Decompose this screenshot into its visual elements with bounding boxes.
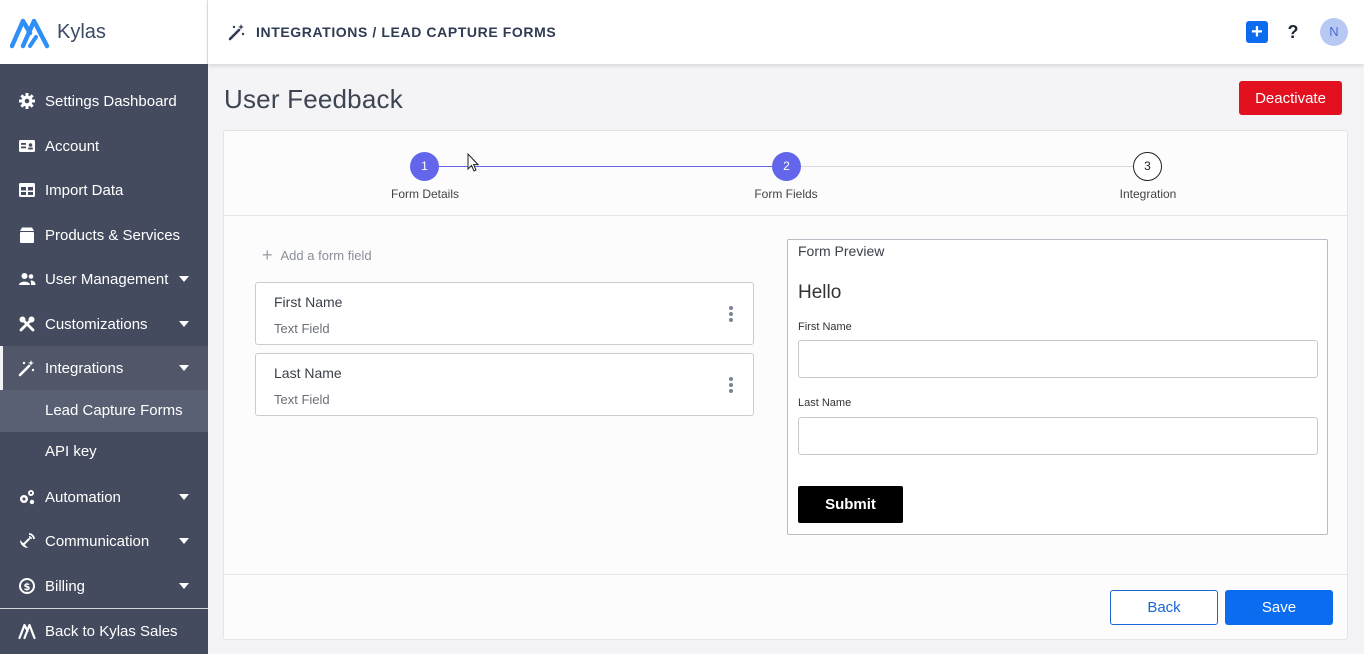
- sidebar-item-label: Customizations: [45, 315, 148, 333]
- top-header: INTEGRATIONS / LEAD CAPTURE FORMS + ? N: [208, 0, 1364, 64]
- sidebar-divider: [0, 608, 208, 609]
- tools-icon: [19, 316, 35, 332]
- form-preview: Form Preview Hello First Name Last Name …: [787, 239, 1328, 535]
- sidebar-item-communication[interactable]: Communication: [0, 521, 208, 561]
- sidebar-item-account[interactable]: Account: [0, 126, 208, 166]
- preview-last-name-label: Last Name: [798, 397, 852, 409]
- field-type: Text Field: [274, 392, 330, 407]
- preview-first-name-label: First Name: [798, 321, 852, 333]
- sidebar-item-label: Integrations: [45, 359, 124, 377]
- chevron-down-icon: [179, 583, 189, 589]
- gear-icon: [19, 93, 35, 109]
- step-1-label: Form Details: [390, 187, 459, 201]
- form-field-card[interactable]: Last Name Text Field: [255, 353, 754, 416]
- sidebar-subitem-api-key[interactable]: API key: [0, 432, 208, 472]
- deactivate-button[interactable]: Deactivate: [1239, 81, 1342, 115]
- preview-submit-button[interactable]: Submit: [798, 486, 903, 523]
- sidebar-item-import-data[interactable]: Import Data: [0, 170, 208, 210]
- kylas-logo-icon: [10, 18, 50, 49]
- form-builder-card: 1 Form Details 2 Form Fields 3 Integrati…: [223, 130, 1348, 640]
- account-card-icon: [19, 140, 35, 152]
- field-type: Text Field: [274, 321, 330, 336]
- satellite-icon: [20, 533, 35, 548]
- sidebar-item-customizations[interactable]: Customizations: [0, 304, 208, 344]
- chevron-down-icon: [179, 276, 189, 282]
- quick-add-button[interactable]: +: [1246, 21, 1268, 43]
- sidebar-subitem-lead-capture-forms[interactable]: Lead Capture Forms: [0, 390, 208, 432]
- kebab-menu-icon[interactable]: [729, 377, 733, 393]
- magic-wand-icon: [18, 360, 35, 377]
- stepper: 1 Form Details 2 Form Fields 3 Integrati…: [224, 131, 1347, 216]
- step-1-indicator[interactable]: 1: [410, 152, 439, 181]
- sidebar-item-settings-dashboard[interactable]: Settings Dashboard: [0, 81, 208, 121]
- import-table-icon: [19, 183, 35, 197]
- chevron-down-icon: [179, 365, 189, 371]
- sidebar-item-label: Automation: [45, 488, 121, 506]
- form-field-card[interactable]: First Name Text Field: [255, 282, 754, 345]
- step-connector-complete: [439, 166, 787, 167]
- kylas-logo-icon: [18, 623, 36, 640]
- sidebar-item-automation[interactable]: Automation: [0, 477, 208, 517]
- sidebar-item-label: Products & Services: [45, 226, 181, 244]
- step-connector-pending: [801, 166, 1133, 167]
- add-form-field-button[interactable]: + Add a form field: [262, 245, 372, 266]
- cogs-icon: [20, 490, 35, 505]
- kebab-menu-icon[interactable]: [729, 306, 733, 322]
- sidebar-item-label: Account: [45, 137, 100, 155]
- add-form-field-label: Add a form field: [280, 248, 372, 263]
- brand-logo[interactable]: Kylas: [0, 0, 208, 64]
- preview-first-name-input[interactable]: [798, 340, 1318, 378]
- step-2-label: Form Fields: [754, 187, 818, 201]
- chevron-down-icon: [179, 494, 189, 500]
- step-2-indicator[interactable]: 2: [772, 152, 801, 181]
- dollar-circle-icon: $: [19, 578, 35, 594]
- sidebar-item-user-management[interactable]: User Management: [0, 259, 208, 299]
- card-footer-divider: [224, 574, 1347, 575]
- field-name: First Name: [274, 294, 343, 310]
- sidebar-item-back-to-kylas-sales[interactable]: Back to Kylas Sales: [0, 611, 208, 651]
- breadcrumb: INTEGRATIONS / LEAD CAPTURE FORMS: [256, 24, 557, 40]
- field-name: Last Name: [274, 365, 342, 381]
- chevron-down-icon: [179, 538, 189, 544]
- back-button[interactable]: Back: [1110, 590, 1218, 625]
- preview-last-name-input[interactable]: [798, 417, 1318, 455]
- chevron-down-icon: [179, 321, 189, 327]
- mouse-cursor-icon: [467, 153, 479, 172]
- magic-wand-icon: [228, 24, 245, 41]
- step-3-label: Integration: [1119, 187, 1177, 201]
- sidebar-item-label: Communication: [45, 532, 150, 550]
- sidebar-item-label: User Management: [45, 270, 169, 288]
- sidebar-item-label: Settings Dashboard: [45, 92, 177, 110]
- sidebar-item-integrations[interactable]: Integrations: [0, 346, 208, 390]
- help-button[interactable]: ?: [1286, 22, 1300, 43]
- form-preview-title: Form Preview: [798, 243, 885, 259]
- user-avatar[interactable]: N: [1320, 18, 1348, 46]
- form-preview-heading: Hello: [798, 282, 842, 303]
- plus-icon: +: [262, 245, 273, 265]
- sidebar-item-products-services[interactable]: Products & Services: [0, 215, 208, 255]
- package-icon: [20, 227, 34, 243]
- save-button[interactable]: Save: [1225, 590, 1333, 625]
- sidebar-item-label: Back to Kylas Sales: [45, 622, 178, 640]
- step-3-indicator[interactable]: 3: [1133, 152, 1162, 181]
- sidebar: Settings Dashboard Account Import Data P…: [0, 64, 208, 654]
- svg-text:$: $: [24, 582, 31, 593]
- sidebar-item-billing[interactable]: $ Billing: [0, 566, 208, 606]
- sidebar-item-label: Import Data: [45, 181, 124, 199]
- sidebar-item-label: Billing: [45, 577, 86, 595]
- page-title: User Feedback: [224, 84, 403, 114]
- users-icon: [19, 273, 36, 285]
- app-name: Kylas: [57, 20, 106, 43]
